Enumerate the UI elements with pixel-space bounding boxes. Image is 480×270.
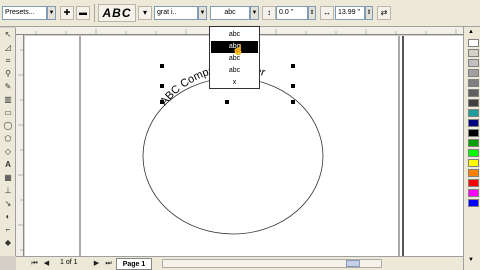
scrollbar-thumb[interactable] xyxy=(346,260,360,267)
swatch-navy[interactable] xyxy=(468,119,479,127)
zoom-tool-icon[interactable]: ⚲ xyxy=(2,68,14,79)
distance-spinner[interactable]: ⇕ xyxy=(365,6,373,20)
dimension-tool-icon[interactable]: ⊥ xyxy=(2,185,14,196)
mirror-text-icon[interactable]: ⇄ xyxy=(377,6,391,20)
handle-top-right xyxy=(291,64,295,68)
ruler-ticks-vertical xyxy=(18,49,24,251)
palette-scroll-down-icon[interactable]: ▼ xyxy=(468,257,474,263)
orientation-option-5[interactable]: x xyxy=(211,77,258,89)
orientation-arrow[interactable]: ▼ xyxy=(250,6,259,20)
polygon-tool-icon[interactable]: ⬠ xyxy=(2,133,14,144)
previous-page-icon[interactable]: ◀ xyxy=(42,259,51,268)
separator xyxy=(94,4,95,22)
rectangle-tool-icon[interactable]: ▭ xyxy=(2,107,14,118)
basic-shapes-tool-icon[interactable]: ◇ xyxy=(2,146,14,157)
pick-tool-icon[interactable]: ↖ xyxy=(2,29,14,40)
offset-input[interactable]: 0.0 " xyxy=(276,6,308,20)
smart-fill-tool-icon[interactable]: ▥ xyxy=(2,94,14,105)
swatch-light-gray[interactable] xyxy=(468,49,479,57)
text-tool-icon[interactable]: A xyxy=(2,159,14,170)
swatch-silver[interactable] xyxy=(468,59,479,67)
offset-spinner[interactable]: ⇕ xyxy=(308,6,316,20)
presets-arrow[interactable]: ▼ xyxy=(47,6,56,20)
swatch-lime[interactable] xyxy=(468,149,479,157)
handle-bottom-center xyxy=(225,100,229,104)
connector-tool-icon[interactable]: ↘ xyxy=(2,198,14,209)
toolbox: ↖ ◿ ⌗ ⚲ ✎ ▥ ▭ ◯ ⬠ ◇ A ▦ ⊥ ↘ ◐ ⌐ ◆ xyxy=(0,28,16,256)
font-arrow[interactable]: ▼ xyxy=(198,6,207,20)
text-style-button[interactable]: ▾ xyxy=(138,6,152,20)
swatch-orange[interactable] xyxy=(468,169,479,177)
handle-bottom-right xyxy=(291,100,295,104)
swatch-red[interactable] xyxy=(468,179,479,187)
swatch-blue[interactable] xyxy=(468,199,479,207)
page-navigator: ⏮ ◀ 1 of 1 ▶ ⏭ Page 1 xyxy=(16,256,463,270)
handle-mid-right xyxy=(291,84,295,88)
swatch-white[interactable] xyxy=(468,39,479,47)
swatch-gray-2[interactable] xyxy=(468,79,479,87)
vertical-placement-icon[interactable]: ↕ xyxy=(262,6,276,20)
table-tool-icon[interactable]: ▦ xyxy=(2,172,14,183)
freehand-tool-icon[interactable]: ✎ xyxy=(2,81,14,92)
swatch-gray-1[interactable] xyxy=(468,69,479,77)
last-page-icon[interactable]: ⏭ xyxy=(104,259,113,268)
text-orientation-list[interactable]: abc abc abc abc x ☝ xyxy=(209,26,260,89)
swatch-yellow[interactable] xyxy=(468,159,479,167)
handle-bottom-left xyxy=(160,100,164,104)
orientation-option-1[interactable]: abc xyxy=(211,29,258,41)
eyedropper-tool-icon[interactable]: ⌐ xyxy=(2,224,14,235)
font-dropdown[interactable]: grat i.. xyxy=(154,6,198,20)
shape-tool-icon[interactable]: ◿ xyxy=(2,42,14,53)
add-preset-button[interactable]: ✚ xyxy=(60,6,74,20)
crop-tool-icon[interactable]: ⌗ xyxy=(2,55,14,66)
text-sample-button[interactable]: ABC xyxy=(98,4,136,22)
presets-dropdown[interactable]: Presets... xyxy=(2,6,47,20)
color-palette: ▲ ▼ xyxy=(463,27,480,270)
ellipse-tool-icon[interactable]: ◯ xyxy=(2,120,14,131)
swatch-gray-3[interactable] xyxy=(468,89,479,97)
swatch-magenta[interactable] xyxy=(468,189,479,197)
text-orientation-dropdown[interactable]: abc xyxy=(210,6,250,20)
property-bar: Presets... ▼ ✚ ▬ ABC ▾ grat i.. ▼ abc ▼ … xyxy=(0,0,480,27)
page-count: 1 of 1 xyxy=(60,259,78,266)
first-page-icon[interactable]: ⏮ xyxy=(30,259,39,268)
blend-tool-icon[interactable]: ◐ xyxy=(2,211,14,222)
hand-cursor-icon: ☝ xyxy=(232,45,245,56)
swatch-teal[interactable] xyxy=(468,109,479,117)
swatch-green[interactable] xyxy=(468,139,479,147)
swatch-black[interactable] xyxy=(468,129,479,137)
handle-top-left xyxy=(160,64,164,68)
distance-input[interactable]: 13.99 " xyxy=(335,6,365,20)
orientation-option-4[interactable]: abc xyxy=(211,65,258,77)
palette-scroll-up-icon[interactable]: ▲ xyxy=(468,29,474,35)
horizontal-offset-icon[interactable]: ↔ xyxy=(320,6,334,20)
handle-mid-left xyxy=(160,84,164,88)
next-page-icon[interactable]: ▶ xyxy=(92,259,101,268)
page-tab[interactable]: Page 1 xyxy=(116,258,152,270)
vertical-ruler[interactable] xyxy=(16,35,24,256)
remove-preset-button[interactable]: ▬ xyxy=(76,6,90,20)
fill-tool-icon[interactable]: ◆ xyxy=(2,237,14,248)
swatch-gray-4[interactable] xyxy=(468,99,479,107)
